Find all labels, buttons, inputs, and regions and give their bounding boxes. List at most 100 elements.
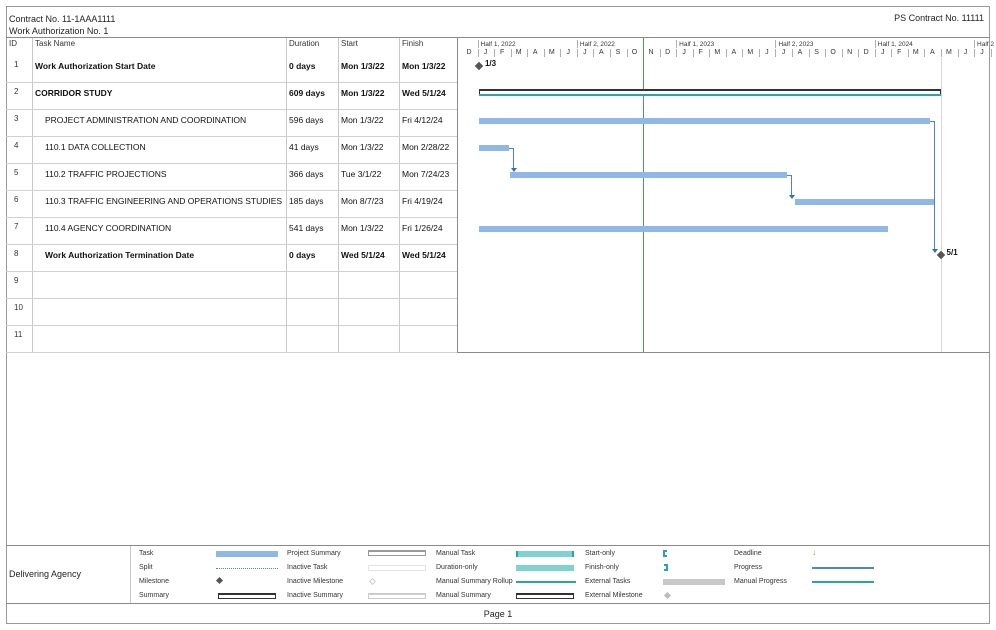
header-left: Contract No. 11-1AAA1111 Work Authorizat… [9, 13, 115, 37]
task-id[interactable]: 5 [6, 168, 32, 177]
deadline-arrow-icon: ↓ [812, 547, 817, 557]
task-name[interactable]: 110.3 TRAFFIC ENGINEERING AND OPERATIONS… [45, 195, 295, 207]
task-id[interactable]: 9 [6, 276, 32, 285]
col-header-start[interactable]: Start [338, 38, 399, 55]
legend-summary-swatch [218, 593, 276, 599]
task-bar[interactable] [478, 226, 889, 232]
legend-external-milestone: External Milestone [585, 592, 643, 599]
legend-deadline: Deadline [734, 550, 762, 557]
timescale-half-divider [874, 40, 876, 48]
col-header-finish[interactable]: Finish [399, 38, 457, 55]
legend-inactive-summary: Inactive Summary [287, 592, 344, 599]
legend-milestone: Milestone [139, 578, 169, 585]
task-name[interactable]: Work Authorization Start Date [35, 60, 285, 72]
current-date-line [643, 38, 645, 352]
contract-number: Contract No. 11-1AAA1111 [9, 14, 116, 24]
task-id[interactable]: 6 [6, 195, 32, 204]
dependency-arrow-icon [788, 195, 795, 199]
task-duration[interactable]: 609 days [289, 87, 337, 99]
task-name[interactable]: 110.1 DATA COLLECTION [45, 141, 295, 153]
timescale-month: M [747, 49, 754, 56]
legend-inactive-task-swatch [368, 565, 426, 571]
legend-manual-progress-swatch [812, 581, 874, 583]
task-id[interactable]: 1 [6, 60, 32, 69]
timescale-month: A [599, 49, 604, 56]
ps-contract-number: PS Contract No. 11111 [894, 13, 984, 23]
task-id[interactable]: 3 [6, 114, 32, 123]
task-duration[interactable]: 541 days [289, 222, 337, 234]
legend-milestone-swatch [215, 576, 224, 585]
task-start[interactable]: Tue 3/1/22 [341, 168, 398, 180]
task-name[interactable]: Work Authorization Termination Date [45, 249, 295, 261]
finish-gridline [940, 58, 942, 352]
col-header-duration[interactable]: Duration [286, 38, 338, 55]
col-header-task-name[interactable]: Task Name [32, 38, 286, 55]
task-id[interactable]: 8 [6, 249, 32, 258]
dependency-link [791, 175, 793, 196]
task-start[interactable]: Wed 5/1/24 [341, 249, 398, 261]
task-finish[interactable]: Wed 5/1/24 [402, 87, 457, 99]
task-finish[interactable]: Fri 4/12/24 [402, 114, 457, 126]
task-start[interactable]: Mon 1/3/22 [341, 60, 398, 72]
timescale-half-divider [576, 40, 578, 48]
legend-task-swatch [216, 551, 278, 557]
task-duration[interactable]: 0 days [289, 249, 337, 261]
legend-split: Split [139, 564, 153, 571]
legend-duration-only-swatch [516, 565, 574, 571]
timescale-month: J [583, 49, 587, 56]
task-duration[interactable]: 185 days [289, 195, 337, 207]
legend-finish-only-swatch [664, 564, 668, 571]
timescale-month: D [863, 49, 869, 56]
task-start[interactable]: Mon 1/3/22 [341, 114, 398, 126]
timescale-month: D [466, 49, 472, 56]
task-bar[interactable] [478, 145, 510, 151]
task-start[interactable]: Mon 8/7/23 [341, 195, 398, 207]
task-start[interactable]: Mon 1/3/22 [341, 87, 398, 99]
task-start[interactable]: Mon 1/3/22 [341, 141, 398, 153]
task-bar[interactable] [478, 118, 931, 124]
milestone-label: 1/3 [484, 59, 497, 68]
legend-external-tasks: External Tasks [585, 578, 631, 585]
task-id[interactable]: 11 [6, 330, 32, 339]
legend-manual-progress: Manual Progress [734, 578, 787, 585]
task-id[interactable]: 7 [6, 222, 32, 231]
timescale-half-divider [477, 40, 479, 48]
task-duration[interactable]: 41 days [289, 141, 337, 153]
timescale-month: N [648, 49, 654, 56]
legend-duration-only: Duration-only [436, 564, 478, 571]
legend-manual-task-swatch [516, 551, 574, 557]
legend-task: Task [139, 550, 154, 557]
task-id[interactable]: 4 [6, 141, 32, 150]
col-header-id[interactable]: ID [6, 38, 32, 55]
task-bar[interactable] [794, 199, 934, 205]
task-id[interactable]: 10 [6, 303, 32, 312]
task-name[interactable]: CORRIDOR STUDY [35, 87, 285, 99]
legend-inactive-summary-swatch [368, 593, 426, 599]
task-finish[interactable]: Mon 7/24/23 [402, 168, 457, 180]
task-start[interactable]: Mon 1/3/22 [341, 222, 398, 234]
task-duration[interactable]: 366 days [289, 168, 337, 180]
task-name[interactable]: PROJECT ADMINISTRATION AND COORDINATION [45, 114, 295, 126]
task-name[interactable]: 110.4 AGENCY COORDINATION [45, 222, 295, 234]
timescale-month-divider [990, 49, 992, 57]
task-duration[interactable]: 596 days [289, 114, 337, 126]
timescale-month: M [714, 49, 721, 56]
task-finish[interactable]: Fri 4/19/24 [402, 195, 457, 207]
timescale-month: S [615, 49, 621, 56]
task-finish[interactable]: Mon 1/3/22 [402, 60, 457, 72]
task-name[interactable]: 110.2 TRAFFIC PROJECTIONS [45, 168, 295, 180]
milestone-marker[interactable] [474, 61, 484, 71]
timescale-month: D [665, 49, 671, 56]
gantt-chart: D J F M A M J J A S O N D J F M A M J J A S O N D J F M A M J J Half 1, … [457, 38, 994, 352]
legend-progress: Progress [734, 564, 763, 571]
task-duration[interactable]: 0 days [289, 60, 337, 72]
task-bar[interactable] [509, 172, 788, 178]
task-finish[interactable]: Mon 2/28/22 [402, 141, 457, 153]
timescale-half: Half 2, 2022 [579, 41, 615, 48]
dependency-link [934, 121, 936, 250]
task-finish[interactable]: Wed 5/1/24 [402, 249, 457, 261]
task-id[interactable]: 2 [6, 87, 32, 96]
timescale-month: J [765, 49, 769, 56]
task-finish[interactable]: Fri 1/26/24 [402, 222, 457, 234]
legend-manual-summary-rollup-swatch [516, 581, 576, 583]
